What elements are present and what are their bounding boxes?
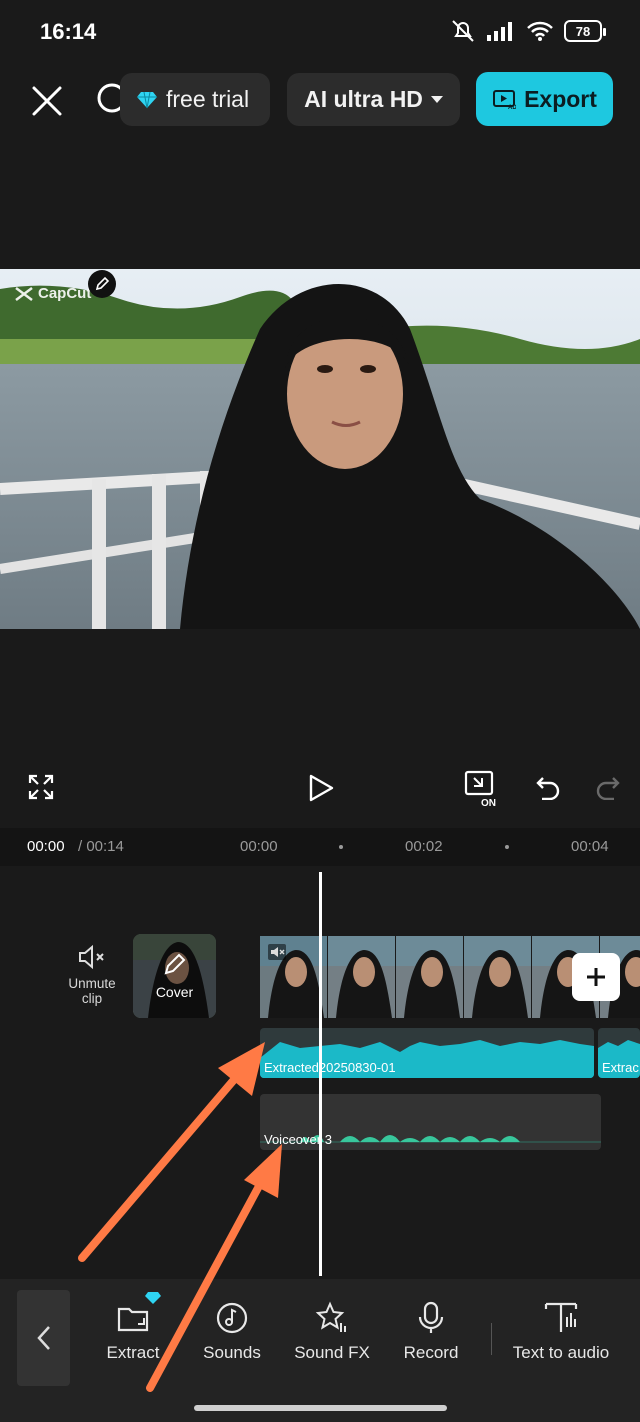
audio-track-label-2: Extrac — [602, 1060, 639, 1075]
export-label: Export — [524, 85, 597, 112]
tool-sounds[interactable]: Sounds — [199, 1301, 265, 1363]
keyframe-on-icon[interactable]: ON — [464, 770, 504, 808]
back-button[interactable] — [17, 1290, 70, 1386]
status-icons: 78 — [450, 18, 606, 44]
clip-muted-icon — [268, 944, 286, 960]
unmute-clip-button[interactable]: Unmute clip — [60, 944, 124, 1006]
free-trial-label: free trial — [166, 86, 250, 112]
microphone-icon — [418, 1301, 444, 1333]
mute-bell-icon — [452, 20, 474, 42]
status-time: 16:14 — [40, 19, 97, 44]
star-fx-icon — [315, 1301, 346, 1332]
premium-diamond-icon — [145, 1292, 161, 1304]
total-time: / 00:14 — [78, 838, 124, 855]
edit-watermark-button[interactable] — [88, 270, 116, 298]
tool-sound-fx-label: Sound FX — [294, 1343, 370, 1362]
svg-text:ON: ON — [481, 798, 496, 808]
ruler-tick-0: 00:00 — [240, 838, 278, 855]
tool-divider — [491, 1323, 492, 1355]
add-clip-button[interactable] — [572, 953, 620, 1001]
timeline-ruler: 00:00 / 00:14 00:00 00:02 00:04 — [0, 828, 640, 866]
battery-indicator: 78 — [564, 20, 606, 42]
ruler-dot — [339, 845, 343, 849]
redo-icon[interactable] — [596, 774, 620, 800]
chevron-left-icon — [36, 1326, 50, 1350]
home-indicator[interactable] — [194, 1405, 447, 1411]
playhead[interactable] — [319, 872, 322, 1276]
speaker-muted-icon — [79, 944, 104, 970]
quality-dropdown[interactable]: AI ultra HD — [287, 73, 460, 126]
music-note-icon — [216, 1302, 248, 1334]
video-preview[interactable]: CapCut — [0, 269, 640, 629]
editor-top-toolbar: free trial AI ultra HD AD Export — [0, 70, 640, 130]
tool-sound-fx[interactable]: Sound FX — [290, 1301, 374, 1363]
svg-text:AD: AD — [508, 105, 516, 110]
folder-icon — [117, 1307, 149, 1332]
free-trial-button[interactable]: free trial — [120, 73, 270, 126]
tool-record[interactable]: Record — [398, 1301, 464, 1363]
undo-icon[interactable] — [536, 774, 560, 800]
pencil-icon — [164, 953, 186, 975]
preview-frame-image — [0, 269, 640, 629]
player-controls: ON — [0, 760, 640, 820]
watermark-text: CapCut — [38, 285, 92, 302]
current-time: 00:00 — [27, 838, 65, 855]
cover-button[interactable]: Cover — [133, 934, 216, 1018]
text-to-audio-icon — [544, 1302, 578, 1332]
export-button[interactable]: AD Export — [476, 72, 613, 126]
chevron-down-icon — [430, 96, 443, 103]
capcut-logo-icon — [15, 286, 33, 301]
status-bar: 16:14 78 — [0, 0, 640, 64]
ruler-dot — [505, 845, 509, 849]
fullscreen-icon[interactable] — [28, 774, 54, 800]
voiceover-track[interactable]: Voiceover 3 — [260, 1094, 601, 1150]
audio-track-label: Extracted20250830-01 — [264, 1060, 396, 1075]
capcut-watermark: CapCut — [14, 285, 91, 302]
cover-label: Cover — [155, 984, 194, 1000]
audio-tools-bar: Extract Sounds Sound FX Record Text to a… — [0, 1279, 640, 1422]
video-frame — [396, 936, 464, 1018]
pencil-icon — [95, 276, 110, 291]
video-frame — [328, 936, 396, 1018]
play-icon[interactable] — [308, 774, 334, 802]
tool-text-to-audio[interactable]: Text to audio — [504, 1301, 618, 1363]
signal-icon — [487, 22, 512, 41]
close-icon[interactable] — [28, 82, 66, 120]
audio-track-extracted-2[interactable]: Extrac — [598, 1028, 640, 1078]
tool-sounds-label: Sounds — [203, 1343, 261, 1362]
tool-extract[interactable]: Extract — [100, 1292, 166, 1363]
unmute-clip-label: Unmute clip — [68, 976, 116, 1006]
plus-icon — [587, 968, 605, 986]
diamond-icon — [137, 91, 157, 108]
wifi-icon — [527, 21, 553, 41]
tool-text-to-audio-label: Text to audio — [512, 1343, 610, 1362]
tool-record-label: Record — [403, 1343, 459, 1362]
ruler-tick-1: 00:02 — [405, 838, 443, 855]
export-icon: AD — [493, 90, 516, 110]
tool-extract-label: Extract — [106, 1343, 160, 1362]
audio-track-extracted[interactable]: Extracted20250830-01 — [260, 1028, 594, 1078]
ruler-tick-2: 00:04 — [571, 838, 609, 855]
quality-label: AI ultra HD — [304, 86, 423, 112]
video-frame — [464, 936, 532, 1018]
